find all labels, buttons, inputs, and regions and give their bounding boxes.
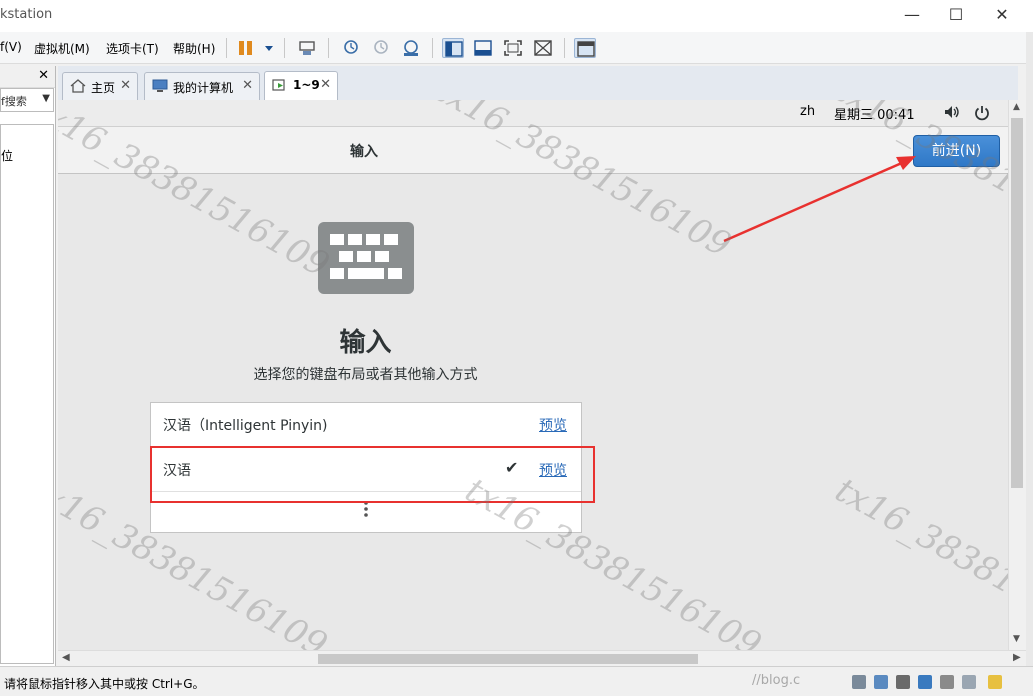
tab-strip: 主页 ✕ 我的计算机 ✕ 1~9 ✕ bbox=[58, 66, 1018, 101]
close-icon[interactable]: ✕ bbox=[242, 78, 253, 93]
scroll-left-icon[interactable]: ◀ bbox=[62, 652, 70, 663]
list-item[interactable]: 汉语（Intelligent Pinyin) 预览 bbox=[151, 403, 581, 447]
scroll-thumb[interactable] bbox=[1011, 118, 1023, 488]
horizontal-scrollbar[interactable]: ◀ ▶ bbox=[58, 650, 1026, 666]
cd-drive-icon[interactable] bbox=[874, 675, 888, 689]
next-button[interactable]: 前进(N) bbox=[913, 135, 1000, 167]
menu-toolbar: f(V) 虚拟机(M) 选项卡(T) 帮助(H) bbox=[0, 32, 1033, 64]
network-icon[interactable] bbox=[896, 675, 910, 689]
library-close-icon[interactable]: ✕ bbox=[38, 68, 49, 83]
tab-home[interactable]: 主页 ✕ bbox=[62, 72, 138, 100]
revert-snapshot-icon[interactable] bbox=[370, 38, 392, 58]
chevron-down-icon[interactable]: ▼ bbox=[42, 93, 50, 104]
installer-header: 输入 前进(N) bbox=[58, 126, 1008, 174]
tab-vm-1-9[interactable]: 1~9 ✕ bbox=[264, 71, 338, 101]
usb-icon[interactable] bbox=[918, 675, 932, 689]
watermark-url: //blog.c bbox=[752, 673, 801, 688]
tab-label: 我的计算机 bbox=[173, 81, 234, 95]
home-icon bbox=[70, 79, 86, 93]
window-title: kstation bbox=[0, 7, 53, 22]
clock[interactable]: 星期三 00:41 bbox=[834, 104, 915, 123]
maximize-button[interactable]: ☐ bbox=[941, 4, 971, 26]
toolbar-separator bbox=[226, 38, 227, 58]
power-icon[interactable] bbox=[973, 104, 991, 122]
annotation-highlight-box bbox=[150, 446, 595, 503]
message-log-icon[interactable] bbox=[988, 675, 1002, 689]
scroll-right-icon[interactable]: ▶ bbox=[1013, 652, 1021, 663]
scroll-down-icon[interactable]: ▼ bbox=[1013, 634, 1020, 644]
status-message: 请将鼠标指针移入其中或按 Ctrl+G。 bbox=[4, 677, 205, 691]
library-panel: ✕ f搜索 ▼ 位 bbox=[0, 66, 56, 666]
menu-tabs[interactable]: 选项卡(T) bbox=[106, 40, 159, 57]
section-subheading: 选择您的键盘布局或者其他输入方式 bbox=[253, 367, 478, 383]
watermark-text: tx16_3838151610​9 bbox=[828, 470, 1008, 650]
sound-card-icon[interactable] bbox=[940, 675, 954, 689]
status-bar: 请将鼠标指针移入其中或按 Ctrl+G。 //blog.c bbox=[0, 666, 1033, 696]
library-search-placeholder: f搜索 bbox=[1, 95, 27, 108]
keyboard-language-indicator[interactable]: zh bbox=[800, 104, 815, 119]
library-tree[interactable]: 位 bbox=[0, 124, 54, 664]
snapshot-manager-icon[interactable] bbox=[400, 38, 422, 58]
volume-icon[interactable] bbox=[943, 104, 961, 120]
library-search-input[interactable]: f搜索 ▼ bbox=[0, 88, 54, 112]
unity-icon[interactable] bbox=[532, 38, 554, 58]
vertical-scrollbar[interactable]: ▲ ▼ bbox=[1008, 100, 1026, 650]
tab-my-computer[interactable]: 我的计算机 ✕ bbox=[144, 72, 260, 100]
minimize-button[interactable]: — bbox=[897, 4, 927, 26]
keyboard-icon bbox=[318, 222, 414, 294]
toolbar-separator bbox=[432, 38, 433, 58]
library-tree-item[interactable]: 位 bbox=[1, 147, 13, 164]
menu-view[interactable]: f(V) bbox=[0, 40, 22, 54]
hard-disk-icon[interactable] bbox=[852, 675, 866, 689]
menu-vm[interactable]: 虚拟机(M) bbox=[34, 40, 90, 57]
tab-label: 1~9 bbox=[293, 78, 320, 92]
thumbnail-bar-icon[interactable] bbox=[472, 38, 494, 58]
guest-topbar: zh 星期三 00:41 bbox=[58, 100, 1008, 126]
tab-label: 主页 bbox=[91, 81, 116, 95]
fullscreen-icon[interactable] bbox=[502, 38, 524, 58]
vm-console[interactable]: zh 星期三 00:41 输入 前进(N) 输入 选择您的键盘布局或者其他输入方… bbox=[58, 100, 1008, 650]
close-icon[interactable]: ✕ bbox=[320, 77, 331, 92]
send-keys-icon[interactable] bbox=[296, 38, 318, 58]
snapshot-icon[interactable] bbox=[340, 38, 362, 58]
preview-link[interactable]: 预览 bbox=[539, 415, 567, 435]
window-titlebar: kstation — ☐ ✕ bbox=[0, 0, 1033, 32]
toolbar-separator bbox=[564, 38, 565, 58]
vm-icon bbox=[272, 79, 285, 91]
close-button[interactable]: ✕ bbox=[987, 4, 1017, 26]
section-heading: 输入 bbox=[339, 328, 392, 358]
toolbar-separator bbox=[328, 38, 329, 58]
computer-icon bbox=[152, 79, 168, 92]
input-source-label: 汉语（Intelligent Pinyin) bbox=[163, 418, 328, 434]
page-title: 输入 bbox=[350, 144, 378, 160]
menu-help[interactable]: 帮助(H) bbox=[173, 40, 215, 57]
chevron-down-icon[interactable] bbox=[258, 38, 273, 58]
display-icon[interactable] bbox=[962, 675, 976, 689]
scroll-up-icon[interactable]: ▲ bbox=[1013, 102, 1020, 112]
console-view-icon[interactable] bbox=[574, 38, 596, 58]
scroll-thumb[interactable] bbox=[318, 654, 698, 664]
library-header: ✕ bbox=[0, 66, 55, 88]
close-icon[interactable]: ✕ bbox=[120, 78, 131, 93]
window-edge bbox=[1026, 32, 1033, 666]
pause-icon[interactable] bbox=[236, 38, 258, 58]
toolbar-separator bbox=[284, 38, 285, 58]
annotation-arrow bbox=[723, 156, 916, 243]
show-library-icon[interactable] bbox=[442, 38, 464, 58]
